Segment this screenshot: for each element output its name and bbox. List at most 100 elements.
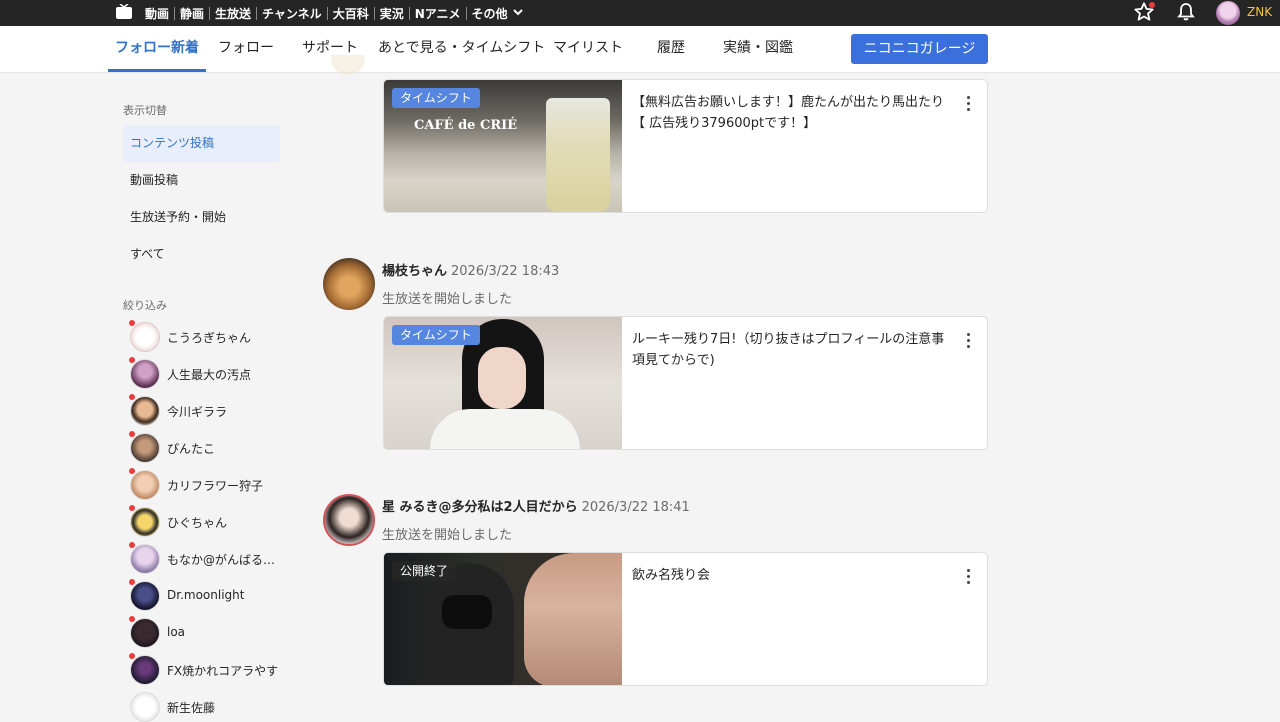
link-dic[interactable]: 大百科 [333,5,374,22]
filter-user-name: Dr.moonlight [167,588,245,602]
user-avatar[interactable] [1216,1,1240,25]
tab-bar: フォロー新着 フォロー サポート あとで見る・タイムシフト マイリスト 履歴 実… [0,26,1280,73]
divider [326,6,328,20]
filter-user[interactable]: 新生佐藤 [130,692,290,722]
notification-dot [129,320,135,326]
link-seiga[interactable]: 静画 [180,5,209,22]
divider [256,6,258,20]
filter-user-name: FX焼かれコアラやす [167,664,279,678]
filter-user-name: loa [167,625,186,639]
notification-dot [129,616,135,622]
shirt-shape [430,409,580,449]
post-action: 生放送を開始しました [382,528,513,543]
more-options-icon[interactable] [961,331,975,349]
avatar [130,692,160,722]
post-date: 2026/3/22 18:41 [581,500,690,515]
filter-user-name: 人生最大の汚点 [167,368,252,382]
tab-watch-later[interactable]: あとで見る・タイムシフト [378,26,545,72]
notification-dot [129,653,135,659]
more-options-icon[interactable] [961,94,975,112]
avatar [130,655,160,685]
card-title[interactable]: ルーキー残り7日!（切り抜きはプロフィールの注意事項見てからで) [632,329,952,371]
filter-user-name: もなか@がんばる… [167,553,276,567]
avatar [130,359,160,389]
filter-user[interactable]: こうろぎちゃん [129,320,290,352]
link-douga[interactable]: 動画 [145,5,174,22]
more-menu[interactable]: その他 [472,5,528,22]
content-card[interactable]: CAFÉ de CRIÉ タイムシフト 【無料広告お願いします！】鹿たんが出たり… [383,79,988,213]
niconico-garage-button[interactable]: ニコニコガレージ [851,34,988,64]
more-label: その他 [471,6,508,21]
avatar [130,470,160,500]
post-date: 2026/3/22 18:43 [451,264,560,279]
bell-icon[interactable] [1176,2,1196,22]
link-live[interactable]: 生放送 [215,5,256,22]
avatar [130,618,160,648]
tab-follow[interactable]: フォロー [218,26,274,72]
author-line: 楊枝ちゃん 2026/3/22 18:43 [382,260,559,279]
timeshift-badge: タイムシフト [392,88,480,108]
mask-shape [442,595,492,629]
content-card[interactable]: タイムシフト ルーキー残り7日!（切り抜きはプロフィールの注意事項見てからで) [383,316,988,450]
filter-user[interactable]: FX焼かれコアラやす [129,653,290,685]
link-channel[interactable]: チャンネル [262,5,327,22]
sidebar-item-video-posts[interactable]: 動画投稿 [123,162,280,199]
sidebar-item-all[interactable]: すべて [123,236,280,273]
face-shape [478,347,526,409]
chevron-down-icon [512,9,523,16]
filter-user[interactable]: ぴんたこ [129,431,290,463]
sidebar-item-live-reservations[interactable]: 生放送予約・開始 [123,199,280,236]
filter-user-name: 今川ギララ [167,405,228,419]
sidebar-item-content-posts[interactable]: コンテンツ投稿 [123,125,280,162]
author-line: 星 みるき@多分私は2人目だから 2026/3/22 18:41 [382,496,690,515]
tab-history[interactable]: 履歴 [657,26,685,72]
link-nanime[interactable]: Nアニメ [415,5,466,22]
tab-achievements[interactable]: 実績・図鑑 [723,26,793,72]
author-avatar[interactable] [323,258,375,310]
card-title[interactable]: 【無料広告お願いします！】鹿たんが出たり馬出たり【 広告残り379600ptです… [632,92,952,134]
global-topbar: 動画 静画 生放送 チャンネル 大百科 実況 Nアニメ その他 ZNK [0,0,1280,26]
filter-user[interactable]: 今川ギララ [129,394,290,426]
notification-dot [129,357,135,363]
filter-user[interactable]: 人生最大の汚点 [129,357,290,389]
display-heading: 表示切替 [123,104,167,117]
filter-user[interactable]: ひぐちゃん [129,505,290,537]
avatar [130,544,160,574]
more-options-icon[interactable] [961,567,975,585]
filter-user-name: カリフラワー狩子 [167,479,264,493]
link-jikkyo[interactable]: 実況 [380,5,409,22]
card-title[interactable]: 飲み名残り会 [632,565,952,586]
filter-user[interactable]: Dr.moonlight [129,579,290,611]
cafe-sign: CAFÉ de CRIÉ [414,118,518,133]
service-links: 動画 静画 生放送 チャンネル 大百科 実況 Nアニメ その他 [145,0,528,26]
avatar [130,322,160,352]
niconico-tv-icon[interactable] [116,4,132,19]
tab-follow-new[interactable]: フォロー新着 [108,26,206,72]
filter-user[interactable]: loa [129,616,290,648]
divider [174,6,176,20]
ended-badge: 公開終了 [392,561,457,581]
author-avatar[interactable] [323,494,375,546]
avatar [130,581,160,611]
face-right-shape [524,553,622,685]
tab-mylist[interactable]: マイリスト [553,26,623,72]
filter-heading: 絞り込み [123,299,167,312]
cup-shape [546,98,610,212]
filter-user-name: ひぐちゃん [167,516,228,530]
username[interactable]: ZNK [1247,5,1272,19]
notification-dot [129,579,135,585]
divider [465,6,467,20]
filter-user[interactable]: もなか@がんばる… [129,542,290,574]
content-card[interactable]: 公開終了 飲み名残り会 [383,552,988,686]
author-name[interactable]: 楊枝ちゃん [382,264,447,279]
avatar [130,396,160,426]
author-name[interactable]: 星 みるき@多分私は2人目だから [382,500,578,515]
notification-dot [129,468,135,474]
filter-user[interactable]: カリフラワー狩子 [129,468,290,500]
filter-user-name: ぴんたこ [167,442,216,456]
notification-dot [129,505,135,511]
filter-user-name: こうろぎちゃん [167,331,252,345]
notification-dot [129,542,135,548]
filter-user-name: 新生佐藤 [167,701,216,715]
avatar [130,507,160,537]
